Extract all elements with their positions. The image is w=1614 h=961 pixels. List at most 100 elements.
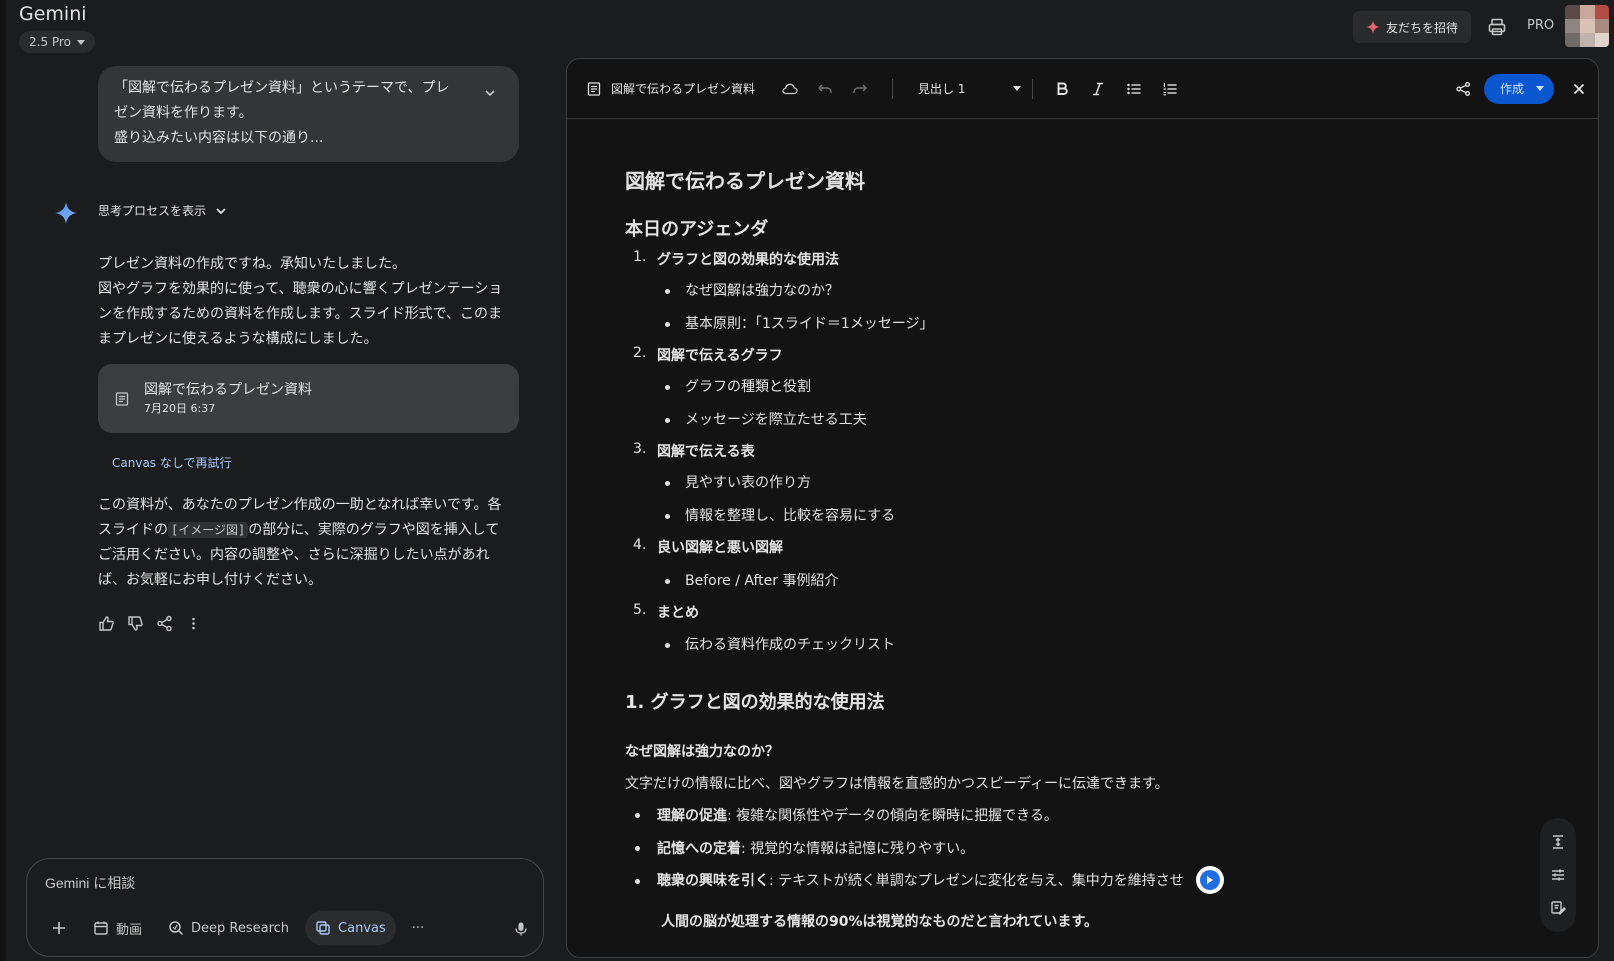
agenda-bullet: グラフの種類と役割: [685, 379, 811, 395]
chevron-down-icon: [216, 207, 226, 214]
doc-heading-1: 図解で伝わるプレゼン資料: [625, 169, 865, 193]
bulleted-list-icon: [1127, 83, 1141, 94]
agenda-title: まとめ: [657, 605, 699, 621]
agenda-number: 5.: [633, 602, 647, 618]
bullet-dot: [665, 289, 670, 294]
redo-icon: [853, 84, 867, 93]
vertical-align-icon[interactable]: [1550, 834, 1566, 850]
collaborator-cursor-icon: [1196, 866, 1224, 894]
closing-text: この資料が、あなたのプレゼン作成の一助となれば幸いです。各 スライドの [イメージ…: [98, 493, 523, 593]
bullet-dot: [665, 579, 670, 584]
doc-card-date: 7月20日 6:37: [144, 402, 216, 415]
section-heading: 1. グラフと図の効果的な使用法: [625, 692, 885, 713]
agenda-title: 図解で伝えるグラフ: [657, 348, 783, 364]
undo-button[interactable]: [817, 81, 833, 97]
bullet-dot: [635, 846, 640, 851]
agenda-bullet: なぜ図解は強力なのか？: [685, 283, 839, 299]
close-canvas-button[interactable]: [1571, 81, 1587, 97]
add-button[interactable]: [41, 911, 77, 945]
point-strong: 聴衆の興味を引く: [657, 873, 769, 889]
user-prompt-line: 盛り込みたい内容は以下の通り...: [114, 130, 324, 146]
retry-without-canvas-link[interactable]: Canvas なしで再試行: [112, 454, 232, 471]
create-button[interactable]: 作成: [1484, 73, 1555, 104]
thumb-down-button[interactable]: [127, 615, 144, 632]
agenda-bullet: 基本原則：「1スライド＝1メッセージ」: [685, 316, 934, 332]
thumb-up-button[interactable]: [98, 615, 115, 632]
response-line: 図やグラフを効果的に使って、聴衆の心に響くプレゼンテーショ: [98, 281, 503, 297]
model-label: 2.5 Pro: [29, 35, 71, 49]
closing-line: この資料が、あなたのプレゼン作成の一助となれば幸いです。各: [98, 497, 502, 513]
agenda-number: 3.: [633, 441, 647, 457]
invite-label: 友だちを招待: [1386, 20, 1459, 35]
show-thinking-label: 思考プロセスを表示: [98, 204, 207, 218]
share-canvas-button[interactable]: [1455, 81, 1471, 97]
print-icon[interactable]: [1487, 17, 1507, 37]
bullet-dot: [635, 813, 640, 818]
canvas-toolbar: 図解で伝わるプレゼン資料 見出し 1 作成: [567, 59, 1598, 119]
research-icon: [169, 921, 184, 936]
tune-icon[interactable]: [1550, 867, 1566, 883]
expand-icon[interactable]: [483, 86, 497, 100]
model-selector[interactable]: 2.5 Pro: [19, 31, 95, 53]
numbered-list-button[interactable]: [1162, 81, 1178, 97]
canvas-icon: [316, 921, 330, 935]
invite-friends-button[interactable]: 友だちを招待: [1353, 11, 1472, 43]
retry-rest: なしで再試行: [156, 456, 232, 470]
italic-button[interactable]: [1090, 81, 1106, 97]
toolbar-divider: [892, 79, 893, 99]
show-thinking-toggle[interactable]: 思考プロセスを表示: [98, 202, 228, 219]
cloud-save-button[interactable]: [782, 81, 798, 97]
canvas-tool-button[interactable]: Canvas: [305, 911, 396, 945]
agenda-number: 1.: [633, 249, 647, 265]
response-line: ンを作成するための資料を作成します。スライド形式で、このま: [98, 306, 503, 322]
agenda-number: 4.: [633, 537, 647, 553]
doc-card-title: 図解で伝わるプレゼン資料: [144, 382, 312, 398]
quote-text: 人間の脳が処理する情報の90%は視覚的なものだと言われています。: [661, 914, 1098, 930]
app-title: Gemini: [19, 3, 87, 25]
point-item: 記憶への定着: 視覚的な情報は記憶に残りやすい。: [657, 838, 974, 858]
agenda-title: グラフと図の効果的な使用法: [657, 252, 839, 268]
numbered-list-icon: [1163, 82, 1177, 95]
toolbar-divider: [1032, 79, 1033, 99]
agenda-title: 良い図解と悪い図解: [657, 540, 783, 556]
bold-button[interactable]: [1054, 81, 1070, 97]
more-options-button[interactable]: [185, 615, 202, 632]
thumb-down-icon: [128, 616, 143, 631]
paragraph: 文字だけの情報に比べ、図やグラフは情報を直感的かつスピーディーに伝達できます。: [625, 776, 1169, 792]
plus-icon: [53, 922, 65, 934]
video-tool-button[interactable]: 動画: [83, 911, 152, 945]
agenda-bullet: メッセージを際立たせる工夫: [685, 412, 867, 428]
thumb-up-icon: [99, 616, 114, 631]
note-icon[interactable]: [1550, 900, 1566, 916]
agenda-bullet: 情報を整理し、比較を容易にする: [685, 508, 896, 524]
bullet-dot: [665, 514, 670, 519]
prompt-input[interactable]: [45, 875, 515, 891]
bulleted-list-button[interactable]: [1126, 81, 1142, 97]
bullet-dot: [635, 879, 640, 884]
point-rest: : 複雑な関係性やデータの傾向を瞬時に把握できる。: [727, 808, 1058, 824]
user-prompt-line: 「図解で伝わるプレゼン資料」というテーマで、プレ: [114, 80, 450, 96]
closing-fragment: スライドの: [98, 522, 168, 538]
point-item: 理解の促進: 複雑な関係性やデータの傾向を瞬時に把握できる。: [657, 805, 1058, 825]
bullet-dot: [665, 418, 670, 423]
canvas-doc-title-text: 図解で伝わるプレゼン資料: [611, 82, 756, 96]
canvas-doc-title: 図解で伝わるプレゼン資料: [586, 80, 755, 97]
agenda-bullet: Before / After 事例紹介: [685, 573, 839, 589]
document-icon: [115, 391, 129, 406]
more-vert-icon: [192, 617, 195, 630]
subsection-heading: なぜ図解は強力なのか？: [625, 744, 779, 760]
cursor-arrow-icon: [1207, 876, 1213, 884]
canvas-side-tools: [1540, 818, 1576, 932]
canvas-document-card[interactable]: 図解で伝わるプレゼン資料 7月20日 6:37: [98, 364, 519, 433]
share-button[interactable]: [156, 615, 173, 632]
close-icon: [1573, 83, 1585, 94]
mic-icon[interactable]: [513, 921, 529, 937]
user-prompt-line: ゼン資料を作ります。: [114, 105, 253, 121]
redo-button[interactable]: [852, 81, 868, 97]
prompt-toolbar: 動画 Deep Research Canvas ···: [41, 911, 434, 945]
deep-research-button[interactable]: Deep Research: [158, 911, 299, 945]
avatar[interactable]: [1565, 5, 1609, 47]
response-line: まプレゼンに使えるような構成にしました。: [98, 331, 378, 347]
more-tools-button[interactable]: ···: [402, 911, 434, 945]
heading-style-select[interactable]: 見出し 1: [918, 80, 1022, 97]
